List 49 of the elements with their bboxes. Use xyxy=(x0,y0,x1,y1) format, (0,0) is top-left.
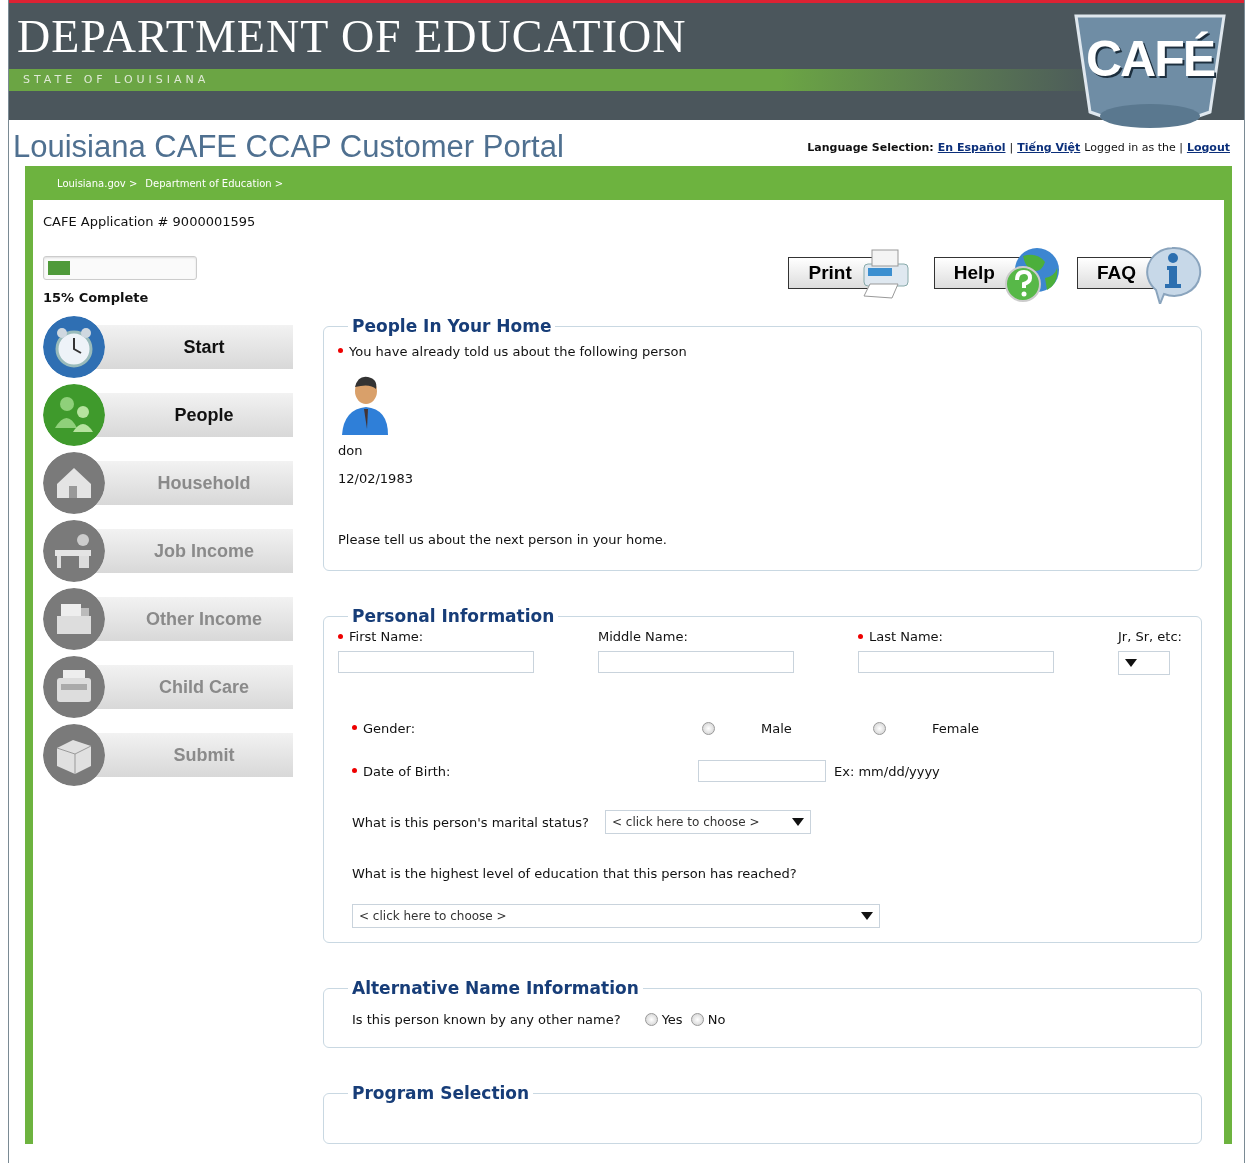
page-title: DEPARTMENT OF EDUCATION xyxy=(16,11,687,63)
radio-button[interactable] xyxy=(873,722,886,736)
question-text: What is this person's marital status? xyxy=(352,813,589,832)
portal-title: Louisiana CAFE CCAP Customer Portal xyxy=(13,131,564,162)
question-text: Is this person known by any other name? xyxy=(352,1010,621,1029)
language-link[interactable]: En Español xyxy=(937,139,1006,156)
section-title: Program Selection xyxy=(351,1084,531,1103)
person-name: don xyxy=(338,442,364,461)
radio-button[interactable] xyxy=(644,1012,658,1026)
intro-text: You have already told us about the following person xyxy=(349,343,687,359)
suffix-dropdown[interactable] xyxy=(1118,650,1170,675)
field-label: Gender: xyxy=(363,720,416,736)
caret-icon[interactable] xyxy=(1125,658,1137,667)
marital-dropdown[interactable]: < click here to choose > xyxy=(604,810,811,835)
text-field[interactable] xyxy=(858,650,1054,673)
language-link[interactable]: Logout xyxy=(1186,139,1230,156)
section-title: Alternative Name Information xyxy=(351,978,640,998)
caret-icon[interactable] xyxy=(861,911,873,920)
person-birth-date: 12/02/1983 xyxy=(338,469,414,488)
radio-label: Female xyxy=(932,719,980,738)
step-button[interactable]: Start xyxy=(43,315,293,379)
language-link[interactable]: Tiếng Việt xyxy=(1017,139,1081,156)
text-field[interactable] xyxy=(338,650,534,673)
section-title: People In Your Home xyxy=(351,317,553,336)
state-subtitle: STATE OF LOUISIANA xyxy=(22,71,210,88)
field-label: Jr, Sr, etc: xyxy=(1118,629,1182,645)
application-number: CAFE Application # 9000001595 xyxy=(43,213,256,231)
prompt-text: Please tell us about the next person in your home. xyxy=(338,531,668,550)
caret-icon[interactable] xyxy=(791,818,804,827)
progress-label: 15% Complete xyxy=(43,288,150,307)
field-label: Last Name: xyxy=(869,629,943,645)
text-field[interactable] xyxy=(598,650,794,673)
radio-button[interactable] xyxy=(702,722,715,736)
question-text: What is the highest level of education that this person has reached? xyxy=(352,865,798,884)
field-label: Middle Name: xyxy=(598,629,688,645)
link-separator: Logged in as the | xyxy=(1084,139,1183,156)
radio-label: No xyxy=(707,1010,726,1029)
date-hint: Ex: mm/dd/yyyy xyxy=(834,762,940,781)
link-separator: | xyxy=(1009,139,1014,156)
section-title: Personal Information xyxy=(351,606,556,626)
language-label: Language Selection: xyxy=(807,139,934,156)
field-label: First Name: xyxy=(349,629,424,645)
education-dropdown[interactable]: < click here to choose > xyxy=(352,903,880,928)
date-field[interactable] xyxy=(698,760,826,783)
field-label: Date of Birth: xyxy=(363,763,451,779)
radio-label: Male xyxy=(761,719,793,738)
radio-label: Yes xyxy=(661,1010,683,1029)
step-button[interactable]: People xyxy=(43,383,293,447)
radio-button[interactable] xyxy=(690,1012,704,1026)
